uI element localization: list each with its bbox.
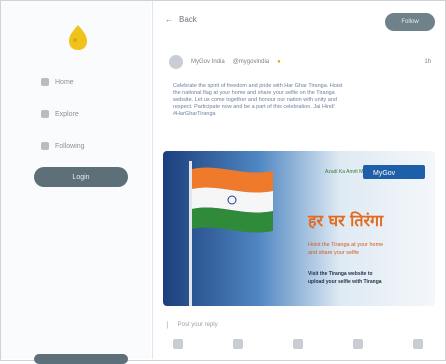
main-column: ← Back Follow MyGov India @mygovindia ● … — [152, 1, 445, 359]
comment-icon[interactable] — [173, 339, 183, 349]
verified-icon: ● — [277, 59, 281, 65]
top-bar: ← Back Follow — [153, 1, 445, 41]
follow-button[interactable]: Follow — [385, 13, 435, 31]
avatar[interactable] — [169, 55, 183, 69]
people-icon — [41, 142, 49, 150]
sidebar: Home Explore Following Login — [1, 1, 151, 364]
cta-line-2: upload your selfie with Tiranga — [308, 279, 382, 285]
brand-right: MyGov — [373, 170, 396, 177]
post-text-line: Celebrate the spirit of freedom and prid… — [173, 83, 343, 89]
author-name[interactable]: MyGov India — [191, 59, 225, 65]
hashtag-link[interactable]: #HarGharTiranga — [173, 111, 423, 118]
reply-bar[interactable]: ▏ Post your reply — [167, 319, 429, 331]
sidebar-item-explore[interactable]: Explore — [41, 110, 79, 118]
author-handle: @mygovindia — [232, 59, 270, 65]
sidebar-item-label: Following — [55, 142, 85, 150]
post-text-line: respect. Participate now and be a part o… — [173, 104, 335, 110]
post-text-line: website. Let us come together and honour… — [173, 97, 337, 103]
post-text-line: the national flag at your home and share… — [173, 90, 335, 96]
post-actions — [173, 339, 423, 349]
post-time: 1h — [424, 59, 431, 65]
tagline-line-2: and share your selfie — [308, 250, 359, 256]
login-button[interactable]: Login — [34, 167, 128, 187]
explore-icon — [41, 110, 49, 118]
reply-placeholder: Post your reply — [177, 322, 218, 328]
sidebar-item-following[interactable]: Following — [41, 142, 85, 150]
sidebar-item-label: Explore — [55, 110, 79, 118]
reply-icon: ▏ — [167, 322, 172, 329]
post-text: Celebrate the spirit of freedom and prid… — [173, 83, 423, 118]
sidebar-item-label: Home — [55, 78, 74, 86]
sidebar-item-home[interactable]: Home — [41, 78, 74, 86]
tagline-line-1: Hoist the Tiranga at your home — [308, 242, 383, 248]
back-link[interactable]: ← Back — [165, 15, 197, 24]
like-icon[interactable] — [293, 339, 303, 349]
back-arrow-icon: ← — [165, 15, 173, 24]
views-icon[interactable] — [353, 339, 363, 349]
cta-line-1: Visit the Tiranga website to — [308, 271, 373, 277]
repost-icon[interactable] — [233, 339, 243, 349]
flag-pole — [189, 161, 192, 306]
back-label: Back — [179, 15, 197, 24]
home-icon — [41, 78, 49, 86]
post-author: MyGov India @mygovindia ● 1h — [169, 51, 431, 73]
post-image[interactable]: Azadi Ka Amrit Mahotsav MyGov हर घर तिरं… — [163, 151, 435, 306]
campaign-title: हर घर तिरंगा — [307, 211, 384, 230]
app-logo-icon[interactable] — [65, 23, 91, 51]
share-icon[interactable] — [413, 339, 423, 349]
account-button[interactable] — [34, 354, 128, 364]
